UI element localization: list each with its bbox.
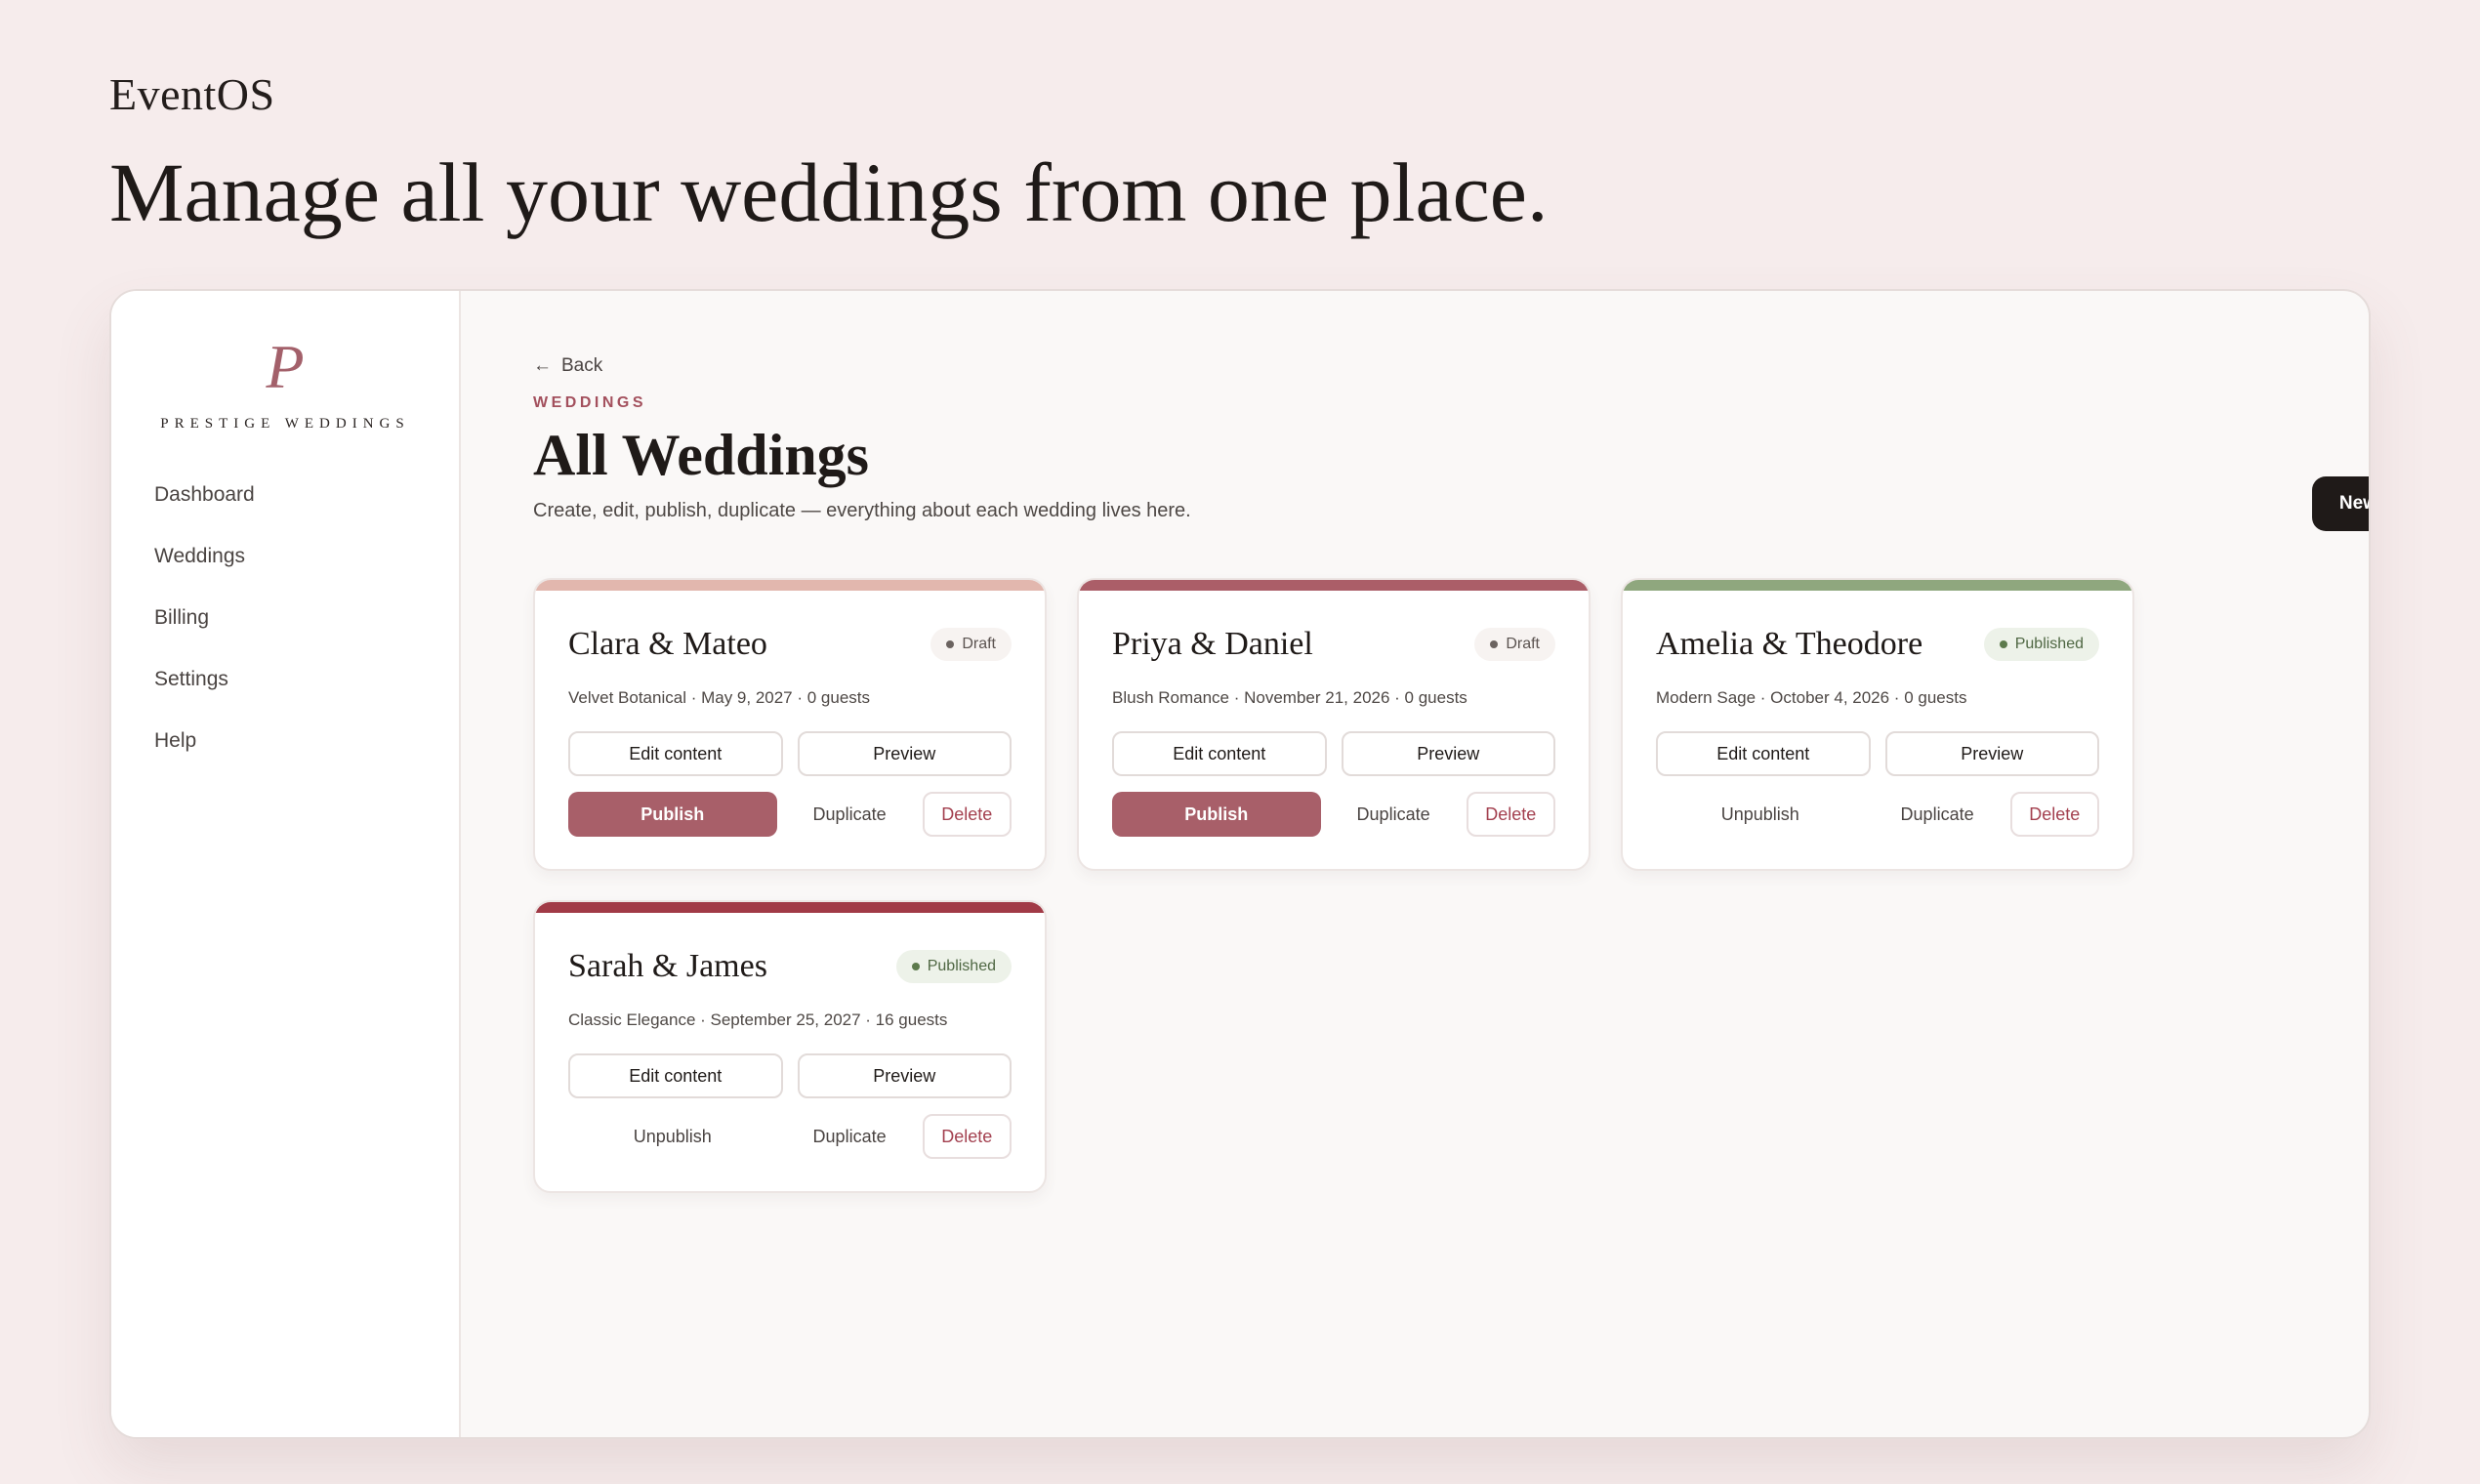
back-link[interactable]: ← Back <box>533 355 2369 377</box>
wedding-grid: Clara & Mateo Draft Velvet Botanical · M… <box>533 578 2134 1193</box>
wedding-card: Priya & Daniel Draft Blush Romance · Nov… <box>1077 578 1591 871</box>
edit-content-button[interactable]: Edit content <box>568 731 783 776</box>
duplicate-button[interactable]: Duplicate <box>1321 792 1467 837</box>
app-brand: EventOS <box>109 69 275 119</box>
wedding-card: Sarah & James Published Classic Elegance… <box>533 900 1047 1193</box>
card-accent-bar <box>1079 580 1589 591</box>
wedding-meta: Blush Romance · November 21, 2026 · 0 gu… <box>1112 688 1467 707</box>
duplicate-button[interactable]: Duplicate <box>777 1114 923 1159</box>
delete-button[interactable]: Delete <box>2009 792 2099 837</box>
duplicate-button[interactable]: Duplicate <box>777 792 923 837</box>
sidebar: P PRESTIGE WEDDINGS Dashboard Weddings B… <box>111 291 461 1437</box>
status-dot-icon <box>1490 640 1499 648</box>
preview-button[interactable]: Preview <box>797 731 1012 776</box>
edit-content-button[interactable]: Edit content <box>1656 731 1871 776</box>
wedding-title: Amelia & Theodore <box>1656 626 1923 662</box>
sidebar-item-billing[interactable]: Billing <box>154 604 459 666</box>
edit-content-button[interactable]: Edit content <box>568 1053 783 1098</box>
hero-headline: Manage all your weddings from one place. <box>109 145 1549 239</box>
page-title: All Weddings <box>533 423 870 487</box>
wedding-meta: Velvet Botanical · May 9, 2027 · 0 guest… <box>568 688 871 707</box>
wedding-card: Amelia & Theodore Published Modern Sage … <box>1621 578 2134 871</box>
unpublish-button[interactable]: Unpublish <box>568 1114 777 1159</box>
new-wedding-button[interactable]: New Wedding <box>2312 476 2369 531</box>
delete-button[interactable]: Delete <box>1466 792 1555 837</box>
status-dot-icon <box>946 640 955 648</box>
wedding-meta: Classic Elegance · September 25, 2027 · … <box>568 1010 948 1029</box>
preview-button[interactable]: Preview <box>797 1053 1012 1098</box>
unpublish-button[interactable]: Unpublish <box>1656 792 1865 837</box>
arrow-left-icon: ← <box>533 355 552 376</box>
publish-button[interactable]: Publish <box>1112 792 1321 837</box>
status-badge: Published <box>895 950 1012 983</box>
wedding-card: Clara & Mateo Draft Velvet Botanical · M… <box>533 578 1047 871</box>
delete-button[interactable]: Delete <box>922 792 1012 837</box>
status-badge: Published <box>1983 628 2099 661</box>
wedding-title: Priya & Daniel <box>1112 626 1313 662</box>
status-label: Draft <box>962 636 996 652</box>
app-window: P PRESTIGE WEDDINGS Dashboard Weddings B… <box>109 289 2371 1439</box>
card-accent-bar <box>535 902 1045 913</box>
back-label: Back <box>561 355 603 376</box>
status-label: Draft <box>1506 636 1540 652</box>
sidebar-item-settings[interactable]: Settings <box>154 666 459 727</box>
preview-button[interactable]: Preview <box>1884 731 2099 776</box>
section-eyebrow: WEDDINGS <box>533 394 646 411</box>
status-badge: Draft <box>930 628 1012 661</box>
wedding-title: Sarah & James <box>568 948 767 984</box>
status-label: Published <box>927 958 996 974</box>
main-content: ← Back WEDDINGS All Weddings Create, edi… <box>461 291 2369 1437</box>
status-dot-icon <box>911 963 920 970</box>
sidebar-item-help[interactable]: Help <box>154 727 459 789</box>
card-accent-bar <box>535 580 1045 591</box>
sidebar-logo: P PRESTIGE WEDDINGS <box>111 336 459 433</box>
status-dot-icon <box>1999 640 2007 648</box>
delete-button[interactable]: Delete <box>922 1114 1012 1159</box>
logo-wordmark: PRESTIGE WEDDINGS <box>160 416 410 432</box>
preview-button[interactable]: Preview <box>1341 731 1555 776</box>
sidebar-item-weddings[interactable]: Weddings <box>154 543 459 604</box>
page-subtitle: Create, edit, publish, duplicate — every… <box>533 500 1191 521</box>
status-label: Published <box>2014 636 2084 652</box>
duplicate-button[interactable]: Duplicate <box>1865 792 2010 837</box>
card-accent-bar <box>1623 580 2132 591</box>
sidebar-nav: Dashboard Weddings Billing Settings Help <box>111 481 459 789</box>
wedding-meta: Modern Sage · October 4, 2026 · 0 guests <box>1656 688 1967 707</box>
status-badge: Draft <box>1474 628 1555 661</box>
publish-button[interactable]: Publish <box>568 792 777 837</box>
logo-monogram: P <box>266 332 305 401</box>
edit-content-button[interactable]: Edit content <box>1112 731 1327 776</box>
sidebar-item-dashboard[interactable]: Dashboard <box>154 481 459 543</box>
wedding-title: Clara & Mateo <box>568 626 767 662</box>
